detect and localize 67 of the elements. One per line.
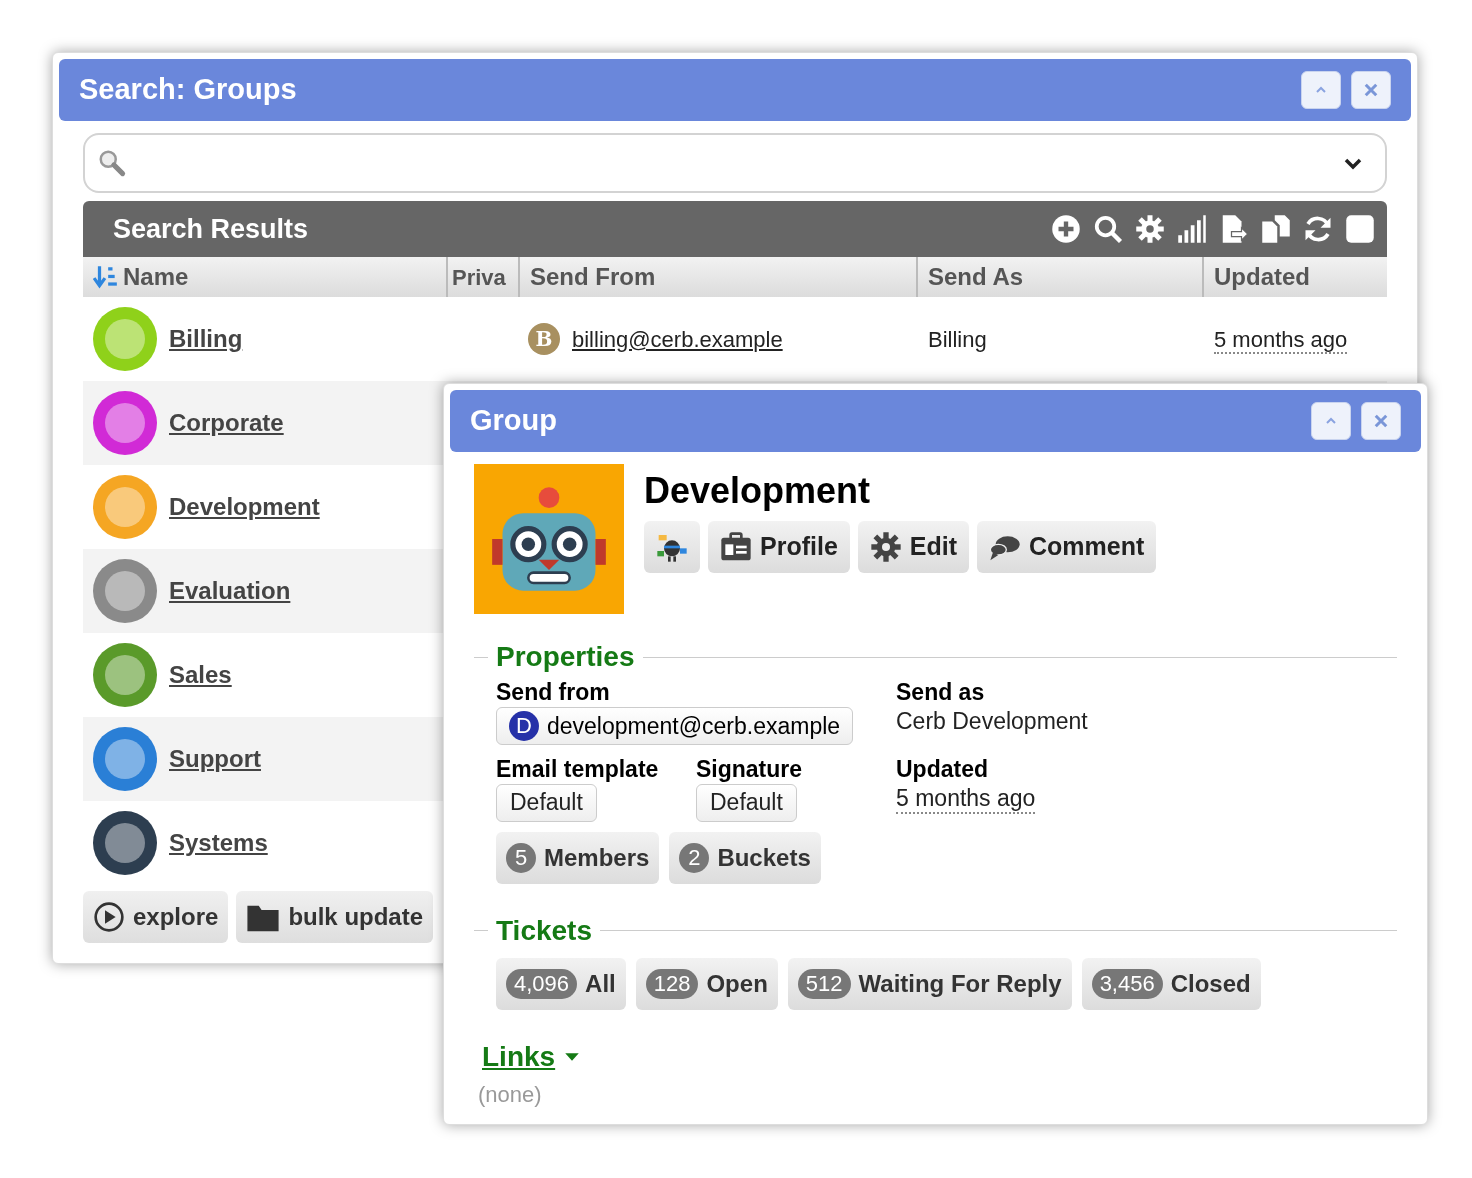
empty-text: (none) bbox=[477, 1080, 543, 1109]
search-field[interactable] bbox=[83, 133, 1387, 193]
bulk-update-button[interactable]: bulk update bbox=[236, 891, 434, 943]
ticket-filter-button[interactable]: 128 Open bbox=[635, 957, 778, 1010]
group-link[interactable]: Systems bbox=[169, 825, 268, 861]
count-button[interactable]: 5 Members bbox=[496, 831, 660, 884]
field-value: Cerb Development bbox=[896, 706, 1089, 736]
count-button[interactable]: 2 Buckets bbox=[669, 831, 821, 884]
section-title: Tickets bbox=[496, 913, 592, 948]
refresh-icon bbox=[1303, 214, 1333, 244]
field-label: Email template bbox=[496, 754, 659, 784]
sender-chip[interactable]: D development@cerb.example bbox=[496, 706, 854, 745]
close-icon bbox=[1362, 81, 1380, 99]
play-icon bbox=[93, 901, 125, 933]
settings-icon bbox=[1135, 214, 1165, 244]
id-card-icon bbox=[720, 531, 752, 563]
email-link[interactable]: billing@cerb.example bbox=[572, 322, 783, 356]
group-link[interactable]: Development bbox=[169, 489, 320, 525]
close-button[interactable] bbox=[1351, 71, 1391, 109]
close-button[interactable] bbox=[1361, 402, 1401, 440]
results-title: Search Results bbox=[113, 212, 309, 246]
record-title: Development bbox=[644, 469, 872, 513]
timestamp: 5 months ago bbox=[1214, 326, 1348, 354]
close-icon bbox=[1372, 412, 1390, 430]
count-badge: 2 bbox=[679, 842, 710, 873]
add-icon bbox=[1051, 214, 1081, 244]
bar-chart-icon bbox=[1177, 214, 1207, 244]
copy-icon bbox=[1261, 214, 1291, 244]
count-badge: 4,096 bbox=[506, 968, 578, 999]
group-link[interactable]: Billing bbox=[169, 321, 243, 357]
section-title: Properties bbox=[496, 640, 635, 674]
collapse-button[interactable] bbox=[1311, 402, 1351, 440]
group-link[interactable]: Support bbox=[169, 741, 261, 777]
template-chip[interactable]: Default bbox=[496, 783, 597, 822]
field-label: Send as bbox=[896, 678, 986, 707]
count-badge: 3,456 bbox=[1091, 968, 1163, 999]
profile-button[interactable]: Profile bbox=[708, 521, 850, 573]
group-link[interactable]: Evaluation bbox=[169, 573, 291, 609]
ticket-filter-button[interactable]: 4,096 All bbox=[496, 957, 626, 1010]
group-link[interactable]: Corporate bbox=[169, 405, 284, 441]
comment-button[interactable]: Comment bbox=[977, 521, 1157, 573]
explore-button[interactable]: explore bbox=[83, 891, 229, 943]
field-label: Send from bbox=[496, 678, 610, 707]
sender-avatar: D bbox=[509, 710, 539, 741]
count-badge: 128 bbox=[645, 968, 699, 999]
search-icon bbox=[1093, 214, 1123, 244]
checkbox-icon bbox=[1345, 214, 1375, 244]
settings-icon bbox=[869, 531, 902, 563]
field-label: Updated bbox=[896, 754, 988, 784]
window-title: Group bbox=[470, 403, 557, 439]
bot-button[interactable] bbox=[644, 521, 700, 573]
table-cell-text: Billing bbox=[927, 325, 988, 354]
links-toggle[interactable]: Links bbox=[482, 1035, 556, 1078]
collapse-button[interactable] bbox=[1301, 71, 1341, 109]
ticket-filter-button[interactable]: 3,456 Closed bbox=[1081, 957, 1261, 1010]
ticket-filter-button[interactable]: 512 Waiting For Reply bbox=[787, 957, 1072, 1010]
column-header[interactable]: Updated bbox=[1204, 257, 1387, 297]
count-badge: 5 bbox=[506, 842, 536, 873]
field-label: Signature bbox=[696, 754, 803, 784]
search-icon bbox=[97, 148, 127, 178]
window-title: Search: Groups bbox=[79, 72, 297, 108]
count-badge: 512 bbox=[797, 968, 851, 999]
timestamp: 5 months ago bbox=[896, 783, 1036, 815]
template-chip[interactable]: Default bbox=[696, 783, 797, 822]
group-link[interactable]: Sales bbox=[169, 657, 232, 693]
edit-button[interactable]: Edit bbox=[857, 521, 969, 573]
sender-avatar: B bbox=[528, 323, 560, 355]
